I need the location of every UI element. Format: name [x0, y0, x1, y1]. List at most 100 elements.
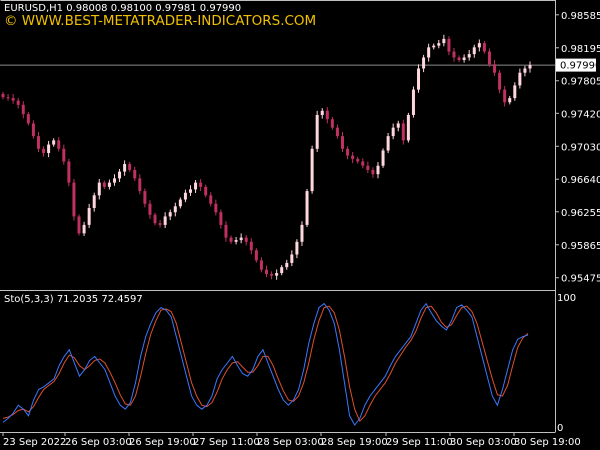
bullish-candle: [381, 150, 385, 166]
bearish-candle: [361, 161, 365, 166]
current-price-tag: 0.97990: [556, 58, 600, 72]
bullish-candle: [87, 207, 91, 225]
time-tick-label: 28 Sep 03:00: [257, 437, 324, 448]
bearish-candle: [482, 43, 486, 52]
bullish-candle: [234, 240, 238, 242]
bullish-candle: [305, 191, 309, 225]
bearish-candle: [371, 169, 375, 175]
chart-window[interactable]: 0.98585 0.98195 0.97805 0.97420 0.97030 0.966…: [0, 0, 600, 450]
bullish-candle: [97, 182, 101, 196]
bullish-candle: [523, 68, 527, 73]
time-tick-label: 27 Sep 11:00: [193, 437, 260, 448]
bearish-candle: [26, 114, 30, 124]
time-tick-label: 29 Sep 11:00: [386, 437, 453, 448]
time-tick-label: 30 Sep 19:00: [514, 437, 581, 448]
bearish-candle: [219, 212, 223, 225]
bullish-candle: [107, 182, 111, 187]
bearish-candle: [457, 57, 461, 61]
bullish-candle: [315, 114, 319, 149]
bearish-candle: [199, 182, 203, 187]
bullish-candle: [320, 110, 324, 115]
bullish-candle: [376, 165, 380, 175]
bearish-candle: [31, 123, 35, 137]
bullish-candle: [432, 45, 436, 48]
bearish-candle: [11, 98, 15, 101]
bullish-candle: [173, 206, 177, 213]
bearish-candle: [143, 191, 147, 204]
time-tick-label: 23 Sep 2022: [3, 437, 66, 448]
bullish-candle: [47, 144, 51, 154]
bearish-candle: [244, 237, 248, 242]
bearish-candle: [72, 182, 76, 217]
bullish-candle: [508, 98, 512, 103]
bearish-candle: [148, 203, 152, 215]
bullish-candle: [442, 38, 446, 44]
bearish-candle: [366, 165, 370, 170]
time-tick-label: 26 Sep 03:00: [65, 437, 132, 448]
bullish-candle: [168, 212, 172, 217]
bearish-candle: [447, 38, 451, 52]
indicator-scale-bottom: 0: [557, 423, 563, 434]
bullish-candle: [188, 189, 192, 193]
bearish-candle: [77, 216, 81, 234]
price-tick-label: 0.96255: [561, 208, 600, 219]
bearish-candle: [351, 155, 355, 159]
watermark-text: © WWW.BEST-METATRADER-INDICATORS.COM: [4, 13, 316, 29]
indicator-scale-top: 100: [557, 293, 576, 304]
bearish-candle: [249, 241, 253, 251]
bearish-candle: [204, 186, 208, 196]
bearish-candle: [67, 161, 71, 183]
price-tick-label: 0.96640: [561, 175, 600, 186]
bearish-candle: [341, 136, 345, 149]
bullish-candle: [239, 237, 243, 241]
bullish-candle: [528, 65, 532, 69]
bearish-candle: [209, 195, 213, 204]
bullish-candle: [92, 195, 96, 208]
bearish-candle: [356, 158, 360, 162]
bearish-candle: [346, 148, 350, 156]
bearish-candle: [62, 148, 66, 162]
bullish-candle: [477, 43, 481, 48]
bearish-candle: [6, 97, 10, 99]
bearish-candle: [503, 89, 507, 103]
bullish-candle: [427, 47, 431, 58]
bearish-candle: [138, 178, 142, 192]
bullish-candle: [82, 224, 86, 234]
bullish-candle: [462, 57, 466, 61]
bullish-candle: [290, 254, 294, 263]
bullish-candle: [300, 224, 304, 242]
bearish-candle: [57, 140, 61, 149]
bearish-candle: [1, 93, 5, 98]
time-tick-label: 26 Sep 19:00: [129, 437, 196, 448]
current-price-label: 0.97990: [560, 61, 600, 72]
bullish-candle: [472, 47, 476, 55]
bullish-candle: [467, 54, 471, 58]
bullish-candle: [437, 43, 441, 46]
bearish-candle: [335, 127, 339, 137]
bullish-candle: [275, 273, 279, 276]
bearish-candle: [401, 123, 405, 141]
bearish-candle: [330, 119, 334, 128]
bullish-candle: [310, 148, 314, 192]
bullish-candle: [118, 171, 122, 179]
price-tick-label: 0.95865: [561, 241, 600, 252]
bearish-candle: [224, 224, 228, 238]
bearish-candle: [36, 136, 40, 149]
bullish-candle: [112, 178, 116, 183]
bullish-candle: [422, 57, 426, 69]
price-tick-label: 0.97030: [561, 142, 600, 153]
bullish-candle: [513, 85, 517, 99]
bullish-candle: [163, 216, 167, 225]
price-tick-label: 0.97420: [561, 109, 600, 120]
bearish-candle: [16, 100, 20, 105]
bullish-candle: [295, 241, 299, 255]
bullish-candle: [417, 68, 421, 90]
bullish-candle: [406, 114, 410, 141]
bullish-candle: [178, 199, 182, 207]
bullish-candle: [411, 89, 415, 115]
bullish-candle: [280, 267, 284, 274]
bearish-candle: [214, 203, 218, 213]
indicator-title: Sto(5,3,3) 71.2035 72.4597: [4, 294, 143, 305]
bullish-candle: [123, 164, 127, 172]
bearish-candle: [102, 182, 106, 187]
